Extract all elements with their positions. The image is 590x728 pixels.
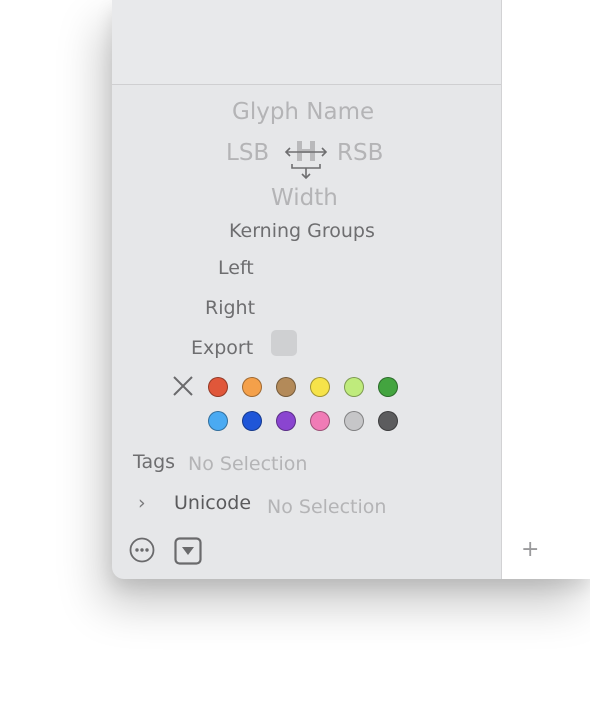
color-swatch[interactable] xyxy=(276,411,296,431)
color-swatch[interactable] xyxy=(208,377,228,397)
chevron-right-icon[interactable]: › xyxy=(138,492,146,514)
export-label: Export xyxy=(191,337,254,359)
color-swatch[interactable] xyxy=(310,411,330,431)
lsb-field[interactable]: LSB xyxy=(226,140,269,166)
unicode-label: Unicode xyxy=(174,492,252,514)
unicode-value[interactable]: No Selection xyxy=(267,496,386,518)
export-checkbox[interactable] xyxy=(271,330,297,356)
metrics-h-icon xyxy=(284,141,328,180)
color-swatch[interactable] xyxy=(208,411,228,431)
kerning-left-label: Left xyxy=(218,257,254,279)
glyph-list-pane: + xyxy=(501,0,590,579)
add-button[interactable]: + xyxy=(521,538,539,562)
color-swatch[interactable] xyxy=(378,411,398,431)
color-swatch[interactable] xyxy=(276,377,296,397)
color-swatch[interactable] xyxy=(344,411,364,431)
width-field[interactable]: Width xyxy=(271,185,338,211)
kerning-groups-heading: Kerning Groups xyxy=(229,220,375,242)
rsb-field[interactable]: RSB xyxy=(337,140,383,166)
color-swatch[interactable] xyxy=(242,411,262,431)
color-swatch[interactable] xyxy=(310,377,330,397)
tags-label: Tags xyxy=(133,451,176,473)
kerning-right-label: Right xyxy=(205,297,256,319)
color-swatch[interactable] xyxy=(344,377,364,397)
ellipsis-circle-icon[interactable] xyxy=(129,537,155,563)
color-swatch[interactable] xyxy=(378,377,398,397)
close-icon[interactable] xyxy=(172,375,194,397)
glyph-name-field[interactable]: Glyph Name xyxy=(232,99,374,125)
glyph-info-panel: Glyph Name LSB RSB Width Kerning Groups … xyxy=(112,0,590,579)
color-swatch[interactable] xyxy=(242,377,262,397)
panel-top-bar xyxy=(112,0,501,85)
dropdown-triangle-icon[interactable] xyxy=(174,537,202,565)
tags-value[interactable]: No Selection xyxy=(188,453,307,475)
